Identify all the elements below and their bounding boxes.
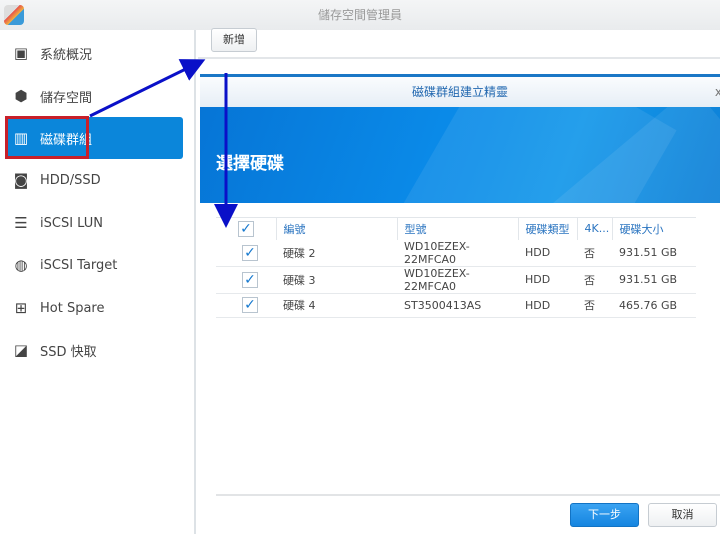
- annotation-arrows: [89, 59, 238, 228]
- arrow-to-add: [89, 59, 206, 118]
